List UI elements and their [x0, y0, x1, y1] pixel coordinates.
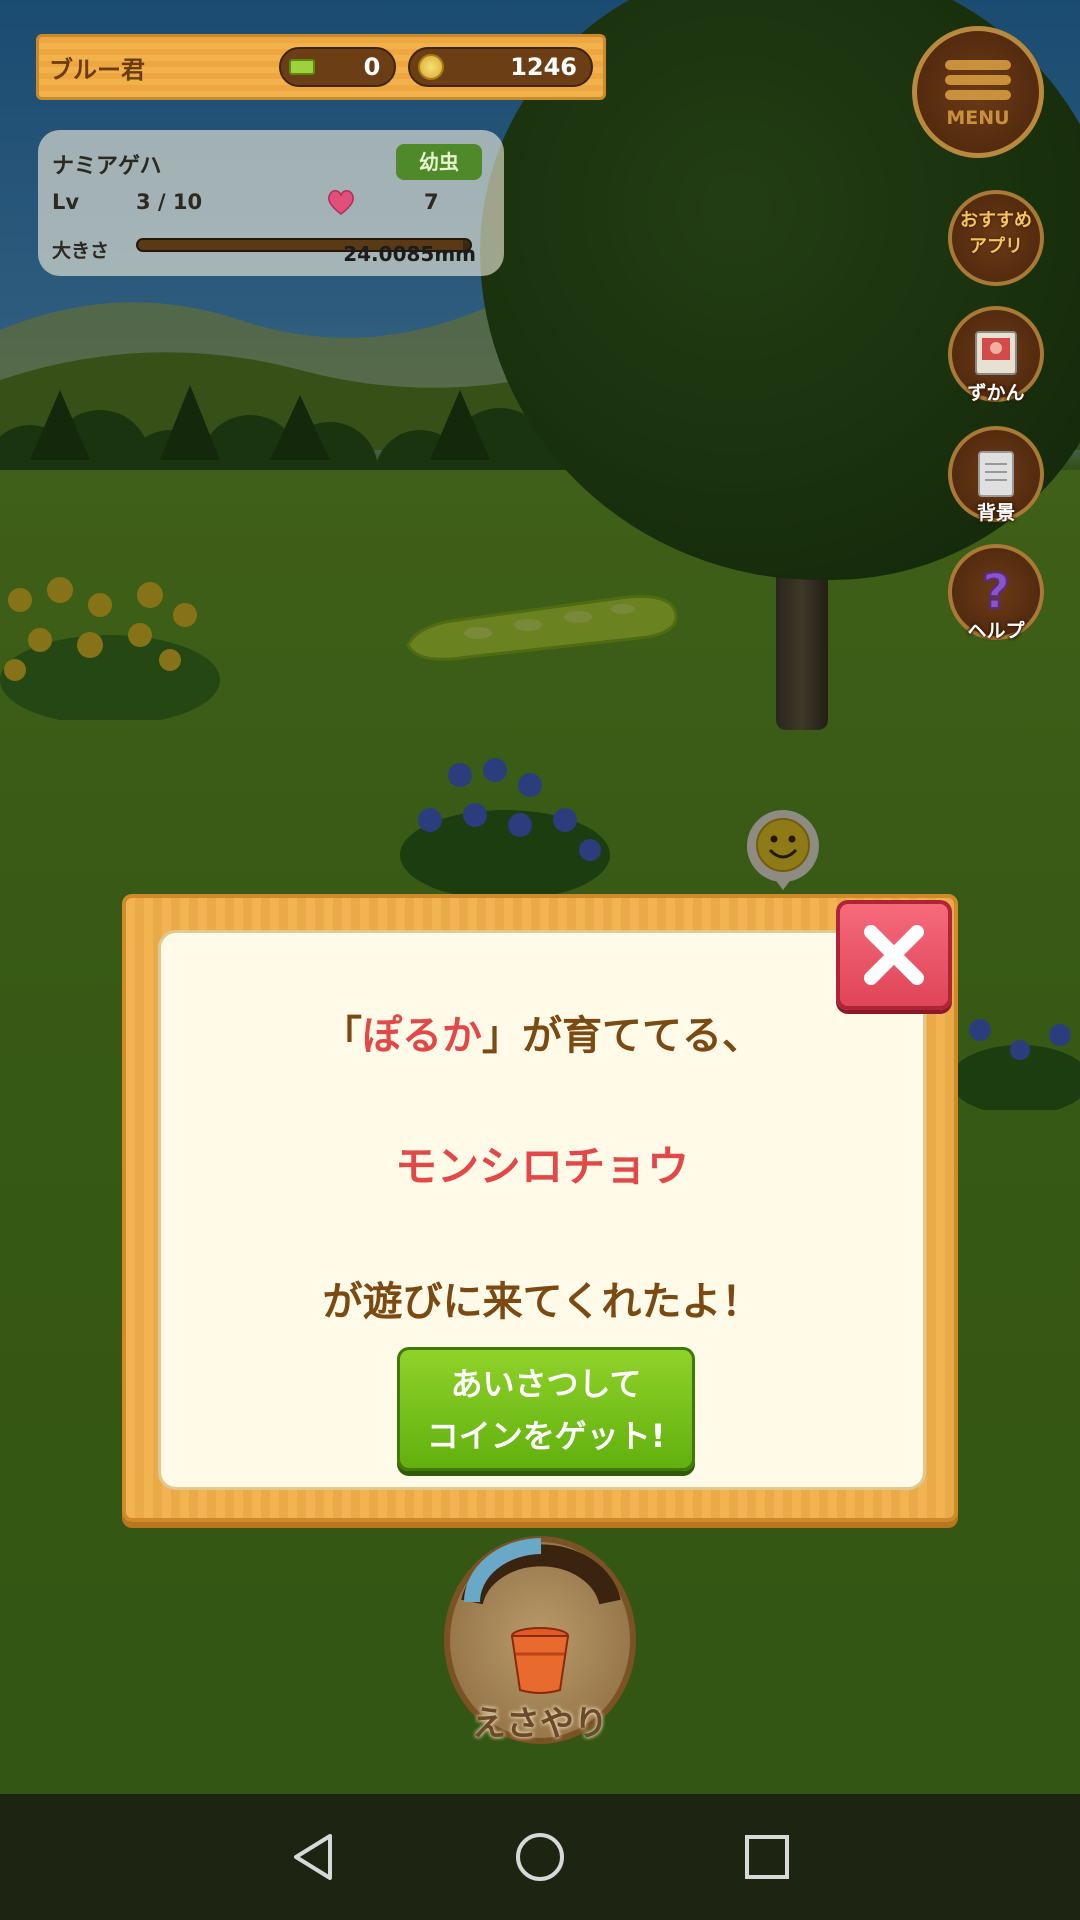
ticket-count: 0: [363, 53, 381, 81]
coin-icon: [418, 54, 445, 80]
help-question-icon: ?: [981, 564, 1011, 620]
menu-label: MENU: [946, 107, 1010, 129]
close-icon: [864, 925, 924, 985]
stage-badge: 幼虫: [396, 144, 482, 180]
player-header: ブルー君 0 1246: [36, 34, 606, 100]
zukan-button[interactable]: ずかん: [948, 306, 1044, 404]
recents-icon: [744, 1835, 789, 1879]
species-name: ナミアゲハ: [52, 154, 162, 179]
coin-count: 1246: [510, 53, 577, 81]
back-button[interactable]: [283, 1827, 343, 1887]
love-value: 7: [424, 190, 439, 214]
back-icon: [294, 1834, 333, 1880]
help-button[interactable]: ? ヘルプ: [948, 544, 1044, 642]
background-button[interactable]: 背景: [948, 426, 1044, 524]
status-card: ナミアゲハ 幼虫 Lv 3 / 10 7 大きさ 24.0085mm: [38, 130, 504, 276]
menu-button[interactable]: MENU: [912, 26, 1044, 158]
ticket-icon: [289, 59, 316, 75]
dialog-line-3: が遊びに来てくれたよ！: [322, 1279, 762, 1325]
home-icon: [515, 1833, 564, 1881]
size-value: 24.0085mm: [343, 242, 476, 266]
visitor-species: モンシロチョウ: [394, 1142, 689, 1191]
feed-gauge: [461, 1538, 621, 1605]
close-button[interactable]: [836, 900, 952, 1010]
greet-get-coins-button[interactable]: あいさつして コインをゲット!: [397, 1347, 695, 1471]
help-label: ヘルプ: [967, 620, 1025, 642]
dialog-panel: 「ぽるか」が育ててる、 モンシロチョウ が遊びに来てくれたよ！ あいさつして コ…: [158, 930, 926, 1490]
picture-book-icon: [975, 331, 1017, 375]
recents-button[interactable]: [737, 1827, 797, 1887]
svg-text:?: ?: [982, 564, 1010, 620]
size-label: 大きさ: [52, 240, 110, 262]
zukan-label: ずかん: [967, 382, 1025, 404]
recommend-apps-label: おすすめ アプリ: [960, 210, 1032, 257]
player-name: ブルー君: [49, 55, 145, 84]
level-value: 3 / 10: [136, 190, 203, 214]
scroll-icon: [978, 451, 1014, 497]
menu-icon: [945, 55, 1011, 105]
feed-label: えさやり: [472, 1704, 608, 1744]
ticket-counter: 0: [279, 47, 397, 87]
recommend-apps-button[interactable]: おすすめ アプリ: [948, 190, 1044, 286]
heart-icon: [328, 190, 354, 215]
dialog-line-1: 「ぽるか」が育ててる、: [322, 1013, 762, 1059]
level-label: Lv: [52, 190, 80, 214]
friend-name: ぽるか: [362, 1013, 482, 1059]
bucket-icon: [510, 1627, 570, 1694]
system-nav-bar: [0, 1794, 1080, 1920]
visitor-dialog: 「ぽるか」が育ててる、 モンシロチョウ が遊びに来てくれたよ！ あいさつして コ…: [122, 894, 958, 1522]
background-label: 背景: [976, 502, 1015, 524]
coin-counter: 1246: [408, 47, 593, 87]
home-button[interactable]: [510, 1827, 570, 1887]
